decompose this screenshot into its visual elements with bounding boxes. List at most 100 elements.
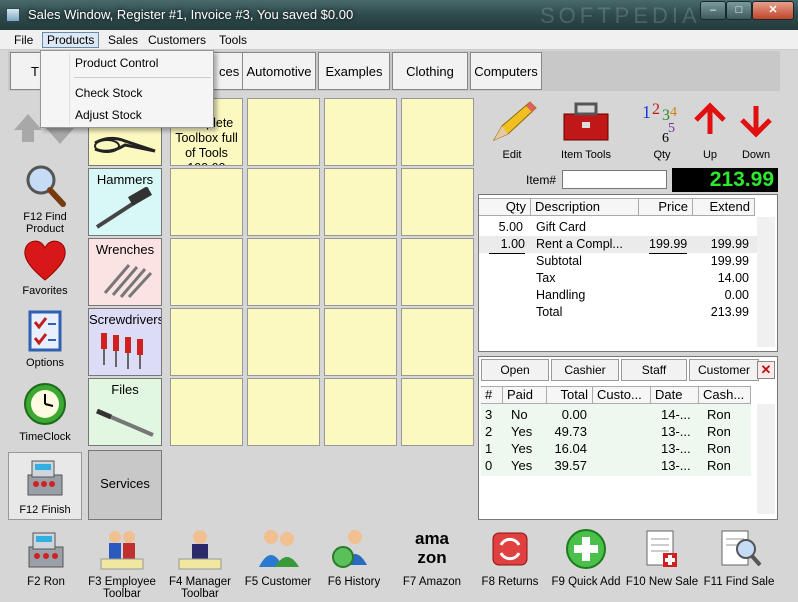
finish-button[interactable]: F12 Finish	[8, 452, 82, 520]
maximize-button[interactable]: □	[726, 1, 752, 20]
menu-file[interactable]: File	[10, 32, 37, 48]
subcategory-services[interactable]: Services	[88, 450, 162, 520]
tab-examples[interactable]: Examples	[318, 52, 390, 90]
product-cell[interactable]	[170, 168, 243, 236]
sales-scrollbar[interactable]	[757, 404, 775, 514]
sale-row[interactable]: 3 No 0.00 14-... Ron	[481, 406, 751, 423]
product-cell[interactable]	[324, 378, 397, 446]
tab-automotive[interactable]: Automotive	[242, 52, 316, 90]
up-button[interactable]: Up	[690, 98, 730, 164]
tab-clothing[interactable]: Clothing	[392, 52, 468, 90]
subcategory-wrenches[interactable]: Wrenches	[88, 238, 162, 306]
sale-date: 13-...	[661, 424, 691, 439]
f7-amazon-button[interactable]: ama zon F7 Amazon	[394, 525, 470, 595]
dropdown-separator	[74, 77, 211, 78]
product-cell[interactable]	[247, 98, 320, 166]
menu-adjust-stock[interactable]: Adjust Stock	[42, 105, 212, 125]
minimize-button[interactable]: –	[700, 1, 726, 20]
menu-products[interactable]: Products	[42, 32, 100, 48]
header-extend[interactable]: Extend	[693, 198, 755, 216]
product-cell[interactable]	[170, 378, 243, 446]
sale-row[interactable]: 1 Yes 16.04 13-... Ron	[481, 440, 751, 457]
product-cell[interactable]	[401, 168, 474, 236]
f8-returns-button[interactable]: F8 Returns	[472, 525, 548, 595]
tax-label: Tax	[536, 271, 556, 285]
product-cell[interactable]	[401, 308, 474, 376]
subcategory-files[interactable]: Files	[88, 378, 162, 446]
menu-tools[interactable]: Tools	[215, 32, 251, 48]
subcategory-screwdrivers[interactable]: Screwdrivers	[88, 308, 162, 376]
product-cell[interactable]	[324, 168, 397, 236]
f6-history-button[interactable]: F6 History	[316, 525, 392, 595]
close-sales-button[interactable]: ✕	[757, 361, 775, 379]
item-tools-button[interactable]: Item Tools	[556, 98, 616, 164]
total-display: 213.99	[672, 168, 778, 192]
find-product-button[interactable]: F12 Find Product	[8, 162, 82, 235]
timeclock-button[interactable]: TimeClock	[8, 380, 82, 444]
invoice-line[interactable]: 5.00 Gift Card	[479, 219, 759, 236]
f5-customer-button[interactable]: F5 Customer	[240, 525, 316, 595]
qty-button[interactable]: 1 2 3 4 5 6 Qty	[632, 98, 692, 164]
left-toolbar: F12 Find Product Favorites Options TimeC…	[8, 94, 82, 520]
header-customer[interactable]: Custo...	[593, 386, 651, 404]
f11-label: F11 Find Sale	[703, 576, 775, 588]
menu-product-control[interactable]: Product Control	[42, 53, 212, 73]
favorites-button[interactable]: Favorites	[8, 236, 82, 300]
sale-total: 0.00	[561, 407, 587, 422]
app-icon	[6, 8, 20, 22]
product-cell[interactable]	[401, 378, 474, 446]
menu-customers[interactable]: Customers	[144, 32, 210, 48]
header-qty[interactable]: Qty	[479, 198, 531, 216]
f4-manager-button[interactable]: F4 Manager Toolbar	[162, 525, 238, 600]
tab-computers[interactable]: Computers	[470, 52, 542, 90]
product-cell[interactable]	[324, 98, 397, 166]
qty-label: Qty	[653, 149, 671, 161]
f9-quick-add-button[interactable]: F9 Quick Add	[544, 525, 628, 595]
invoice-line[interactable]: 1.00 Rent a Compl... 199.99 199.99	[479, 236, 759, 254]
invoice-header: Qty Description Price Extend	[479, 198, 777, 216]
tab-staff[interactable]: Staff	[621, 359, 687, 381]
line-description: Gift Card	[536, 220, 587, 234]
header-number[interactable]: #	[481, 386, 503, 404]
sales-header: # Paid Total Custo... Date Cash...	[481, 386, 777, 404]
product-cell[interactable]	[324, 308, 397, 376]
product-cell[interactable]	[401, 238, 474, 306]
f3-employee-button[interactable]: F3 Employee Toolbar	[84, 525, 160, 600]
handling-label: Handling	[536, 288, 586, 302]
product-cell[interactable]	[401, 98, 474, 166]
product-cell[interactable]	[324, 238, 397, 306]
menu-sales[interactable]: Sales	[104, 32, 142, 48]
down-button[interactable]: Down	[734, 98, 778, 164]
header-date[interactable]: Date	[651, 386, 699, 404]
product-cell[interactable]	[247, 238, 320, 306]
f10-new-sale-button[interactable]: F10 New Sale	[620, 525, 704, 595]
header-total[interactable]: Total	[547, 386, 593, 404]
product-cell[interactable]	[170, 238, 243, 306]
header-paid[interactable]: Paid	[503, 386, 547, 404]
invoice-scrollbar[interactable]	[757, 217, 775, 347]
menu-check-stock[interactable]: Check Stock	[42, 83, 212, 103]
invoice-panel: Qty Description Price Extend 5.00 Gift C…	[478, 194, 778, 352]
f2-ron-button[interactable]: F2 Ron	[8, 525, 84, 595]
tab-open[interactable]: Open	[481, 359, 549, 381]
edit-button[interactable]: Edit	[482, 98, 542, 164]
product-grid: a Complete Toolbox full of Tools 199.99	[170, 98, 474, 448]
header-cashier[interactable]: Cash...	[699, 386, 751, 404]
header-price[interactable]: Price	[639, 198, 693, 216]
item-number-input[interactable]	[562, 170, 667, 189]
product-cell[interactable]	[247, 168, 320, 236]
product-cell[interactable]	[247, 308, 320, 376]
subcategory-hammers[interactable]: Hammers	[88, 168, 162, 236]
options-button[interactable]: Options	[8, 308, 82, 372]
timeclock-label: TimeClock	[19, 431, 71, 443]
tab-customer[interactable]: Customer	[689, 359, 759, 381]
sale-row[interactable]: 2 Yes 49.73 13-... Ron	[481, 423, 751, 440]
tab-cashier[interactable]: Cashier	[551, 359, 619, 381]
close-button[interactable]: ✕	[752, 1, 794, 20]
header-description[interactable]: Description	[531, 198, 639, 216]
sale-total: 39.57	[554, 458, 587, 473]
sale-row[interactable]: 0 Yes 39.57 13-... Ron	[481, 457, 751, 474]
product-cell[interactable]	[247, 378, 320, 446]
f11-find-sale-button[interactable]: F11 Find Sale	[698, 525, 780, 595]
product-cell[interactable]	[170, 308, 243, 376]
